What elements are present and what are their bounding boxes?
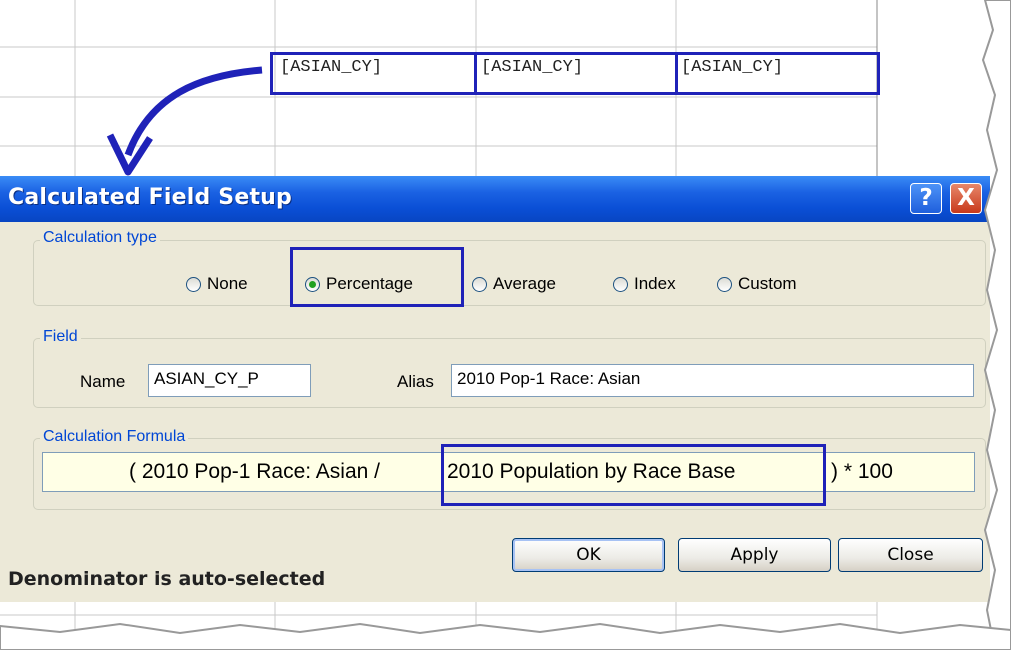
title-bar[interactable]: Calculated Field Setup ? X xyxy=(0,176,990,222)
close-button[interactable]: Close xyxy=(838,538,983,572)
formula-multiplier: ) * 100 xyxy=(831,460,893,483)
calculated-field-dialog: Calculated Field Setup ? X Calculation t… xyxy=(0,176,990,602)
dialog-title: Calculated Field Setup xyxy=(8,185,292,210)
cells-highlight-box xyxy=(270,52,880,95)
radio-custom[interactable]: Custom xyxy=(717,274,797,294)
torn-edge xyxy=(981,0,1011,650)
percentage-highlight-box xyxy=(290,247,464,307)
screenshot: [ASIAN_CY] [ASIAN_CY] [ASIAN_CY] Calcula… xyxy=(0,0,1011,650)
highlight-divider xyxy=(474,52,477,95)
ok-button[interactable]: OK xyxy=(512,538,665,572)
radio-circle-icon xyxy=(472,276,487,292)
radio-index[interactable]: Index xyxy=(613,274,676,294)
name-label: Name xyxy=(80,372,126,391)
apply-button[interactable]: Apply xyxy=(678,538,831,572)
field-legend: Field xyxy=(40,328,81,346)
radio-circle-icon xyxy=(717,276,732,292)
radio-none[interactable]: None xyxy=(186,274,248,294)
radio-average[interactable]: Average xyxy=(472,274,556,294)
formula-legend: Calculation Formula xyxy=(40,428,189,446)
calculation-type-group xyxy=(33,240,986,306)
calculation-type-legend: Calculation type xyxy=(40,229,160,247)
annotation-note: Denominator is auto-selected xyxy=(8,568,326,590)
name-field[interactable]: ASIAN_CY_P xyxy=(148,364,311,397)
formula-numerator: ( 2010 Pop-1 Race: Asian / xyxy=(129,460,380,483)
help-button[interactable]: ? xyxy=(910,183,942,214)
denominator-highlight-box xyxy=(441,444,826,506)
radio-circle-icon xyxy=(186,276,201,292)
highlight-divider xyxy=(675,52,678,95)
alias-field[interactable]: 2010 Pop-1 Race: Asian xyxy=(451,364,974,397)
radio-circle-icon xyxy=(613,276,628,292)
torn-edge-bottom xyxy=(0,622,1011,650)
alias-label: Alias xyxy=(397,372,434,391)
